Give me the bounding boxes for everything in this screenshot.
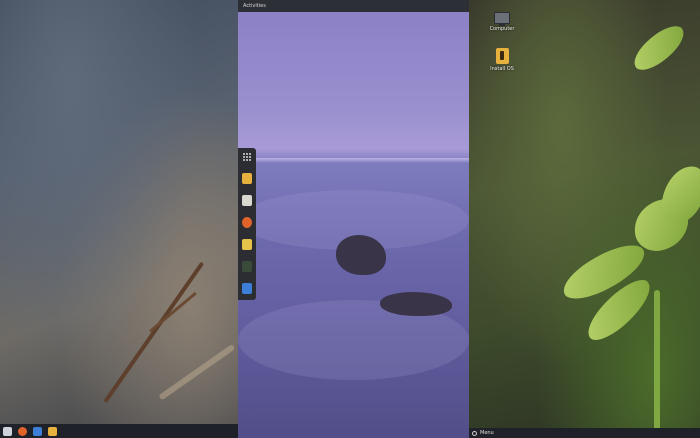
apps-grid-icon[interactable]	[3, 426, 12, 436]
installer-icon[interactable]	[48, 426, 57, 436]
menu-icon[interactable]	[472, 430, 477, 436]
installer-icon	[495, 48, 509, 64]
right-desktop-panel: Computer Install OS Menu	[469, 0, 700, 438]
computer-icon	[494, 12, 510, 26]
firefox-icon[interactable]	[18, 426, 27, 436]
app-dock	[238, 148, 256, 300]
software-store-icon[interactable]	[242, 283, 252, 294]
installer-icon[interactable]	[242, 173, 252, 184]
desktop-item-computer[interactable]: Computer	[484, 12, 520, 32]
top-bar: Activities	[238, 0, 469, 12]
files-icon[interactable]	[242, 239, 252, 250]
wallpaper-branch	[103, 261, 205, 404]
right-taskbar: Menu	[469, 428, 700, 438]
wallpaper-rock	[336, 235, 386, 275]
middle-desktop-panel: Activities	[238, 0, 469, 438]
desktop-item-label: Computer	[489, 26, 515, 32]
wallpaper-twig	[158, 343, 236, 401]
wallpaper-rock	[380, 292, 452, 316]
wallpaper-twig	[149, 291, 197, 333]
activities-button[interactable]: Activities	[243, 3, 266, 9]
desktop-item-label: Install OS	[490, 66, 514, 72]
wallpaper-horizon	[238, 158, 469, 163]
terminal-icon[interactable]	[242, 261, 252, 272]
left-desktop-panel	[0, 0, 238, 438]
firefox-icon[interactable]	[242, 217, 252, 228]
calculator-icon[interactable]	[242, 195, 252, 206]
desktop-item-install-os[interactable]: Install OS	[484, 48, 520, 72]
menu-button[interactable]: Menu	[480, 430, 494, 436]
wallpaper-stem	[654, 290, 660, 430]
software-store-icon[interactable]	[33, 426, 42, 436]
wallpaper-bud	[626, 20, 692, 76]
apps-grid-icon[interactable]	[242, 153, 252, 162]
left-taskbar	[0, 424, 238, 438]
